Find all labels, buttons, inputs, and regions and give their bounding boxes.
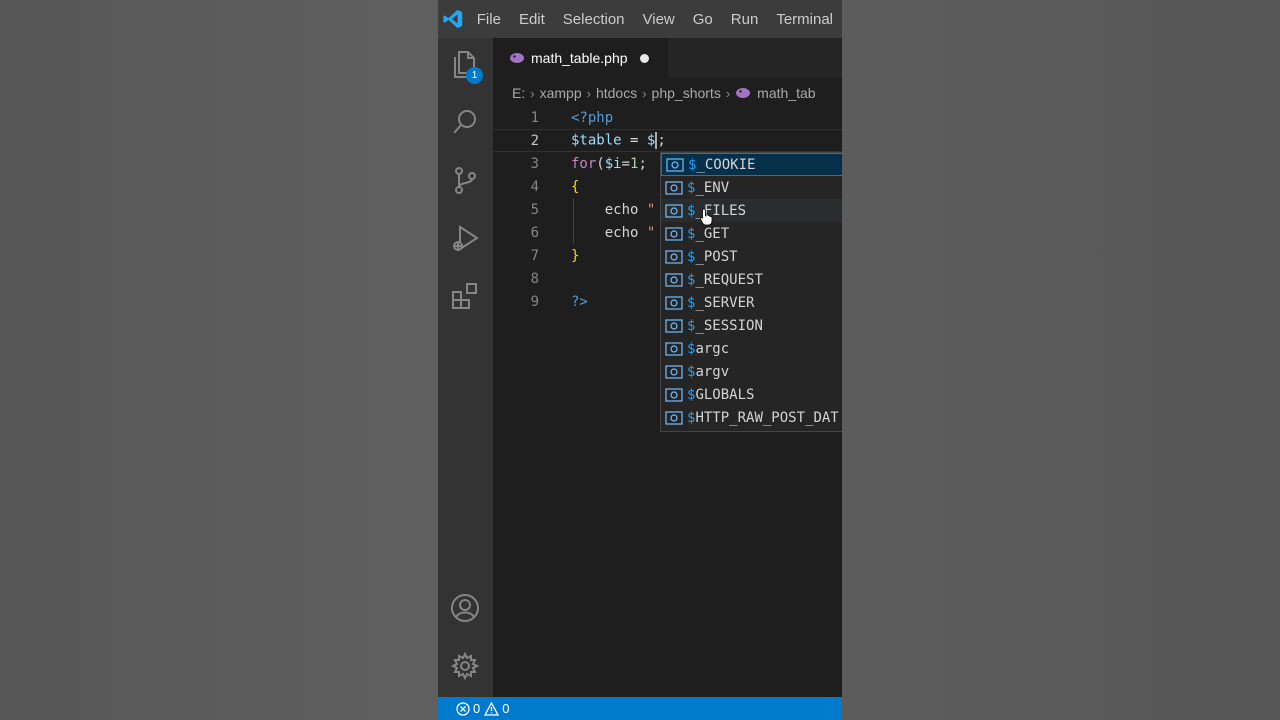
suggestion-item[interactable]: $ GLOBALS	[661, 383, 842, 406]
explorer-badge: 1	[466, 67, 483, 84]
warning-icon	[484, 701, 500, 716]
line-number: 9	[530, 293, 539, 310]
code-text: <?php	[571, 109, 614, 126]
files-icon[interactable]: 1	[449, 48, 483, 84]
status-bar: 0 0	[438, 697, 842, 720]
suggestion-item[interactable]: $ _POST	[661, 245, 842, 268]
menu-go[interactable]: Go	[684, 11, 722, 28]
variable-icon	[665, 272, 683, 287]
problems-indicator[interactable]: 0 0	[456, 701, 509, 716]
variable-icon	[665, 364, 683, 379]
activity-bar: 1	[438, 38, 493, 697]
vscode-logo-icon	[438, 0, 468, 38]
variable-icon	[665, 410, 683, 425]
variable-icon	[665, 203, 683, 218]
breadcrumb-item[interactable]: htdocs	[596, 85, 637, 101]
suggestion-item[interactable]: $ _ENV	[661, 176, 842, 199]
code-text: ?>	[571, 293, 588, 310]
error-icon	[456, 701, 470, 716]
line-number: 8	[530, 270, 539, 287]
menu-selection[interactable]: Selection	[554, 11, 634, 28]
breadcrumb-item[interactable]: xampp	[540, 85, 582, 101]
suggestion-item[interactable]: $ _REQUEST	[661, 268, 842, 291]
code-text: $table = $;	[571, 132, 666, 149]
breadcrumb-item[interactable]: php_shorts	[652, 85, 721, 101]
chevron-right-icon: ›	[586, 85, 591, 101]
php-file-icon	[736, 88, 751, 98]
breadcrumb-item[interactable]: E:	[512, 85, 525, 101]
tab-filename: math_table.php	[531, 50, 628, 66]
menu-terminal[interactable]: Terminal	[767, 11, 842, 28]
variable-icon	[665, 341, 683, 356]
tab-math-table[interactable]: math_table.php	[493, 38, 668, 78]
account-icon[interactable]	[449, 592, 481, 624]
line-number: 7	[530, 247, 539, 264]
variable-icon	[665, 226, 683, 241]
variable-icon	[666, 157, 684, 172]
source-control-icon[interactable]	[449, 164, 481, 196]
menu-view[interactable]: View	[634, 11, 684, 28]
run-debug-icon[interactable]	[449, 222, 481, 254]
suggestion-item[interactable]: $ _GET	[661, 222, 842, 245]
breadcrumb-item[interactable]: math_tab	[757, 85, 815, 101]
suggestion-item[interactable]: $ _SERVER	[661, 291, 842, 314]
breadcrumb: E: › xampp › htdocs › php_shorts › math_…	[493, 80, 842, 106]
search-icon[interactable]	[449, 106, 481, 138]
variable-icon	[665, 249, 683, 264]
suggestion-item[interactable]: $ _SESSION	[661, 314, 842, 337]
menu-bar: File Edit Selection View Go Run Terminal	[438, 0, 842, 38]
code-text: for($i=1;	[571, 155, 647, 172]
menu-run[interactable]: Run	[722, 11, 768, 28]
line-number: 6	[530, 224, 539, 241]
line-number: 4	[530, 178, 539, 195]
unsaved-dot-icon[interactable]	[639, 53, 649, 63]
chevron-right-icon: ›	[530, 85, 535, 101]
variable-icon	[665, 180, 683, 195]
suggestion-item[interactable]: $ HTTP_RAW_POST_DAT	[661, 406, 842, 429]
variable-icon	[665, 318, 683, 333]
chevron-right-icon: ›	[642, 85, 647, 101]
code-line: 1 <?php	[493, 106, 842, 129]
variable-icon	[665, 387, 683, 402]
line-number: 3	[530, 155, 539, 172]
line-number: 1	[530, 109, 539, 126]
variable-icon	[665, 295, 683, 310]
code-text: }	[571, 247, 580, 264]
php-file-icon	[510, 53, 524, 63]
code-text: echo "	[604, 224, 656, 241]
warning-count: 0	[502, 701, 510, 716]
suggestion-item[interactable]: $ argv	[661, 360, 842, 383]
error-count: 0	[473, 701, 481, 716]
text-cursor	[655, 132, 658, 149]
tab-bar: math_table.php	[493, 38, 842, 78]
line-number: 2	[530, 132, 539, 149]
suggestion-item[interactable]: $ _FILES	[661, 199, 842, 222]
code-text: {	[571, 178, 580, 195]
code-line-active: 2 $table = $;	[493, 129, 842, 152]
extensions-icon[interactable]	[449, 280, 481, 312]
code-text: echo "	[604, 201, 656, 218]
chevron-right-icon: ›	[725, 85, 731, 101]
gear-icon[interactable]	[449, 650, 481, 682]
menu-edit[interactable]: Edit	[510, 11, 554, 28]
line-number: 5	[530, 201, 539, 218]
menu-file[interactable]: File	[468, 11, 510, 28]
autocomplete-suggestions[interactable]: $ _COOKIE $ _ENV $ _FILES $ _GET $ _POST $ _RE…	[660, 152, 842, 432]
hand-pointer-icon	[700, 208, 713, 226]
suggestion-item[interactable]: $ _COOKIE	[661, 153, 842, 176]
suggestion-item[interactable]: $ argc	[661, 337, 842, 360]
